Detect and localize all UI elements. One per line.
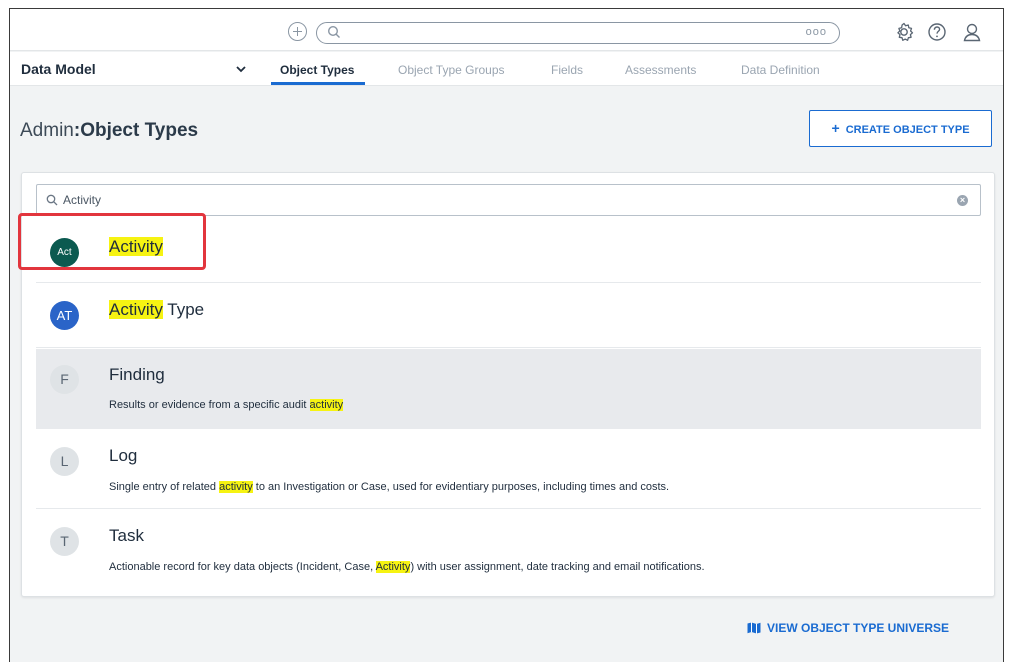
search-highlight: Activity xyxy=(109,300,163,319)
view-object-type-universe-link[interactable]: VIEW OBJECT TYPE UNIVERSE xyxy=(747,621,949,635)
add-icon[interactable] xyxy=(288,22,307,41)
object-type-search-input[interactable]: Activity × xyxy=(36,184,981,216)
app-window: ooo Data Model Object Types Object Type … xyxy=(9,8,1004,662)
list-item-title: Activity xyxy=(109,237,163,257)
avatar: L xyxy=(50,447,79,476)
map-icon xyxy=(747,622,761,634)
search-icon xyxy=(327,25,340,38)
gear-icon[interactable] xyxy=(893,21,915,43)
list-item-description: Actionable record for key data objects (… xyxy=(109,561,705,573)
description-text: ) with user assignment, date tracking an… xyxy=(410,561,705,573)
app-selector-dropdown[interactable]: Data Model xyxy=(10,52,260,86)
plus-icon: + xyxy=(831,120,840,136)
search-highlight: activity xyxy=(309,399,344,411)
avatar: Act xyxy=(50,238,79,267)
more-options-icon[interactable]: ooo xyxy=(806,26,827,38)
list-item-description: Results or evidence from a specific audi… xyxy=(109,399,344,411)
list-item-log[interactable]: L Log Single entry of related activity t… xyxy=(36,429,981,509)
search-icon xyxy=(46,194,58,206)
active-tab-indicator xyxy=(271,82,365,85)
avatar: AT xyxy=(50,301,79,330)
app-selector-label: Data Model xyxy=(21,61,96,77)
create-object-type-button[interactable]: + CREATE OBJECT TYPE xyxy=(809,110,992,147)
list-item-title: Task xyxy=(109,526,144,545)
global-search-input[interactable]: ooo xyxy=(316,22,840,44)
avatar: T xyxy=(50,527,79,556)
search-highlight: activity xyxy=(219,481,253,493)
list-item-title-rest: Type xyxy=(162,300,205,319)
list-item-activity[interactable]: Act Activity xyxy=(36,221,981,283)
search-input-value: Activity xyxy=(63,193,102,207)
list-item-title: Finding xyxy=(109,365,165,384)
avatar: F xyxy=(50,365,79,394)
description-text: Single entry of related xyxy=(109,481,220,493)
description-text: Results or evidence from a specific audi… xyxy=(109,399,310,411)
list-item-finding[interactable]: F Finding Results or evidence from a spe… xyxy=(36,349,981,429)
help-icon[interactable] xyxy=(926,21,948,43)
tab-assessments[interactable]: Assessments xyxy=(625,63,696,77)
page-title: Admin:Object Types xyxy=(20,120,198,142)
tab-fields[interactable]: Fields xyxy=(551,63,583,77)
view-object-type-universe-label: VIEW OBJECT TYPE UNIVERSE xyxy=(767,621,950,635)
page-title-prefix: Admin xyxy=(20,120,74,141)
object-types-card: Activity × Act Activity AT Activity Type… xyxy=(21,172,995,597)
list-item-task[interactable]: T Task Actionable record for key data ob… xyxy=(36,510,981,592)
clear-search-icon[interactable]: × xyxy=(957,195,968,206)
description-text: to an Investigation or Case, used for ev… xyxy=(252,481,670,493)
list-item-title: Activity Type xyxy=(109,300,204,320)
create-object-type-label: CREATE OBJECT TYPE xyxy=(845,124,970,136)
page-title-text: Object Types xyxy=(80,120,199,141)
tab-object-type-groups[interactable]: Object Type Groups xyxy=(398,63,505,77)
tab-data-definition[interactable]: Data Definition xyxy=(741,63,820,77)
search-highlight: Activity xyxy=(375,561,411,573)
list-item-activity-type[interactable]: AT Activity Type xyxy=(36,284,981,348)
list-item-title: Log xyxy=(109,446,138,465)
chevron-down-icon xyxy=(236,66,246,73)
description-text: Actionable record for key data objects (… xyxy=(109,561,376,573)
user-profile-icon[interactable] xyxy=(961,21,983,43)
list-item-description: Single entry of related activity to an I… xyxy=(109,481,669,493)
search-highlight: Activity xyxy=(109,237,163,256)
tab-object-types[interactable]: Object Types xyxy=(280,63,354,77)
top-bar: ooo xyxy=(10,9,1003,51)
nav-bar: Data Model Object Types Object Type Grou… xyxy=(10,52,1003,86)
